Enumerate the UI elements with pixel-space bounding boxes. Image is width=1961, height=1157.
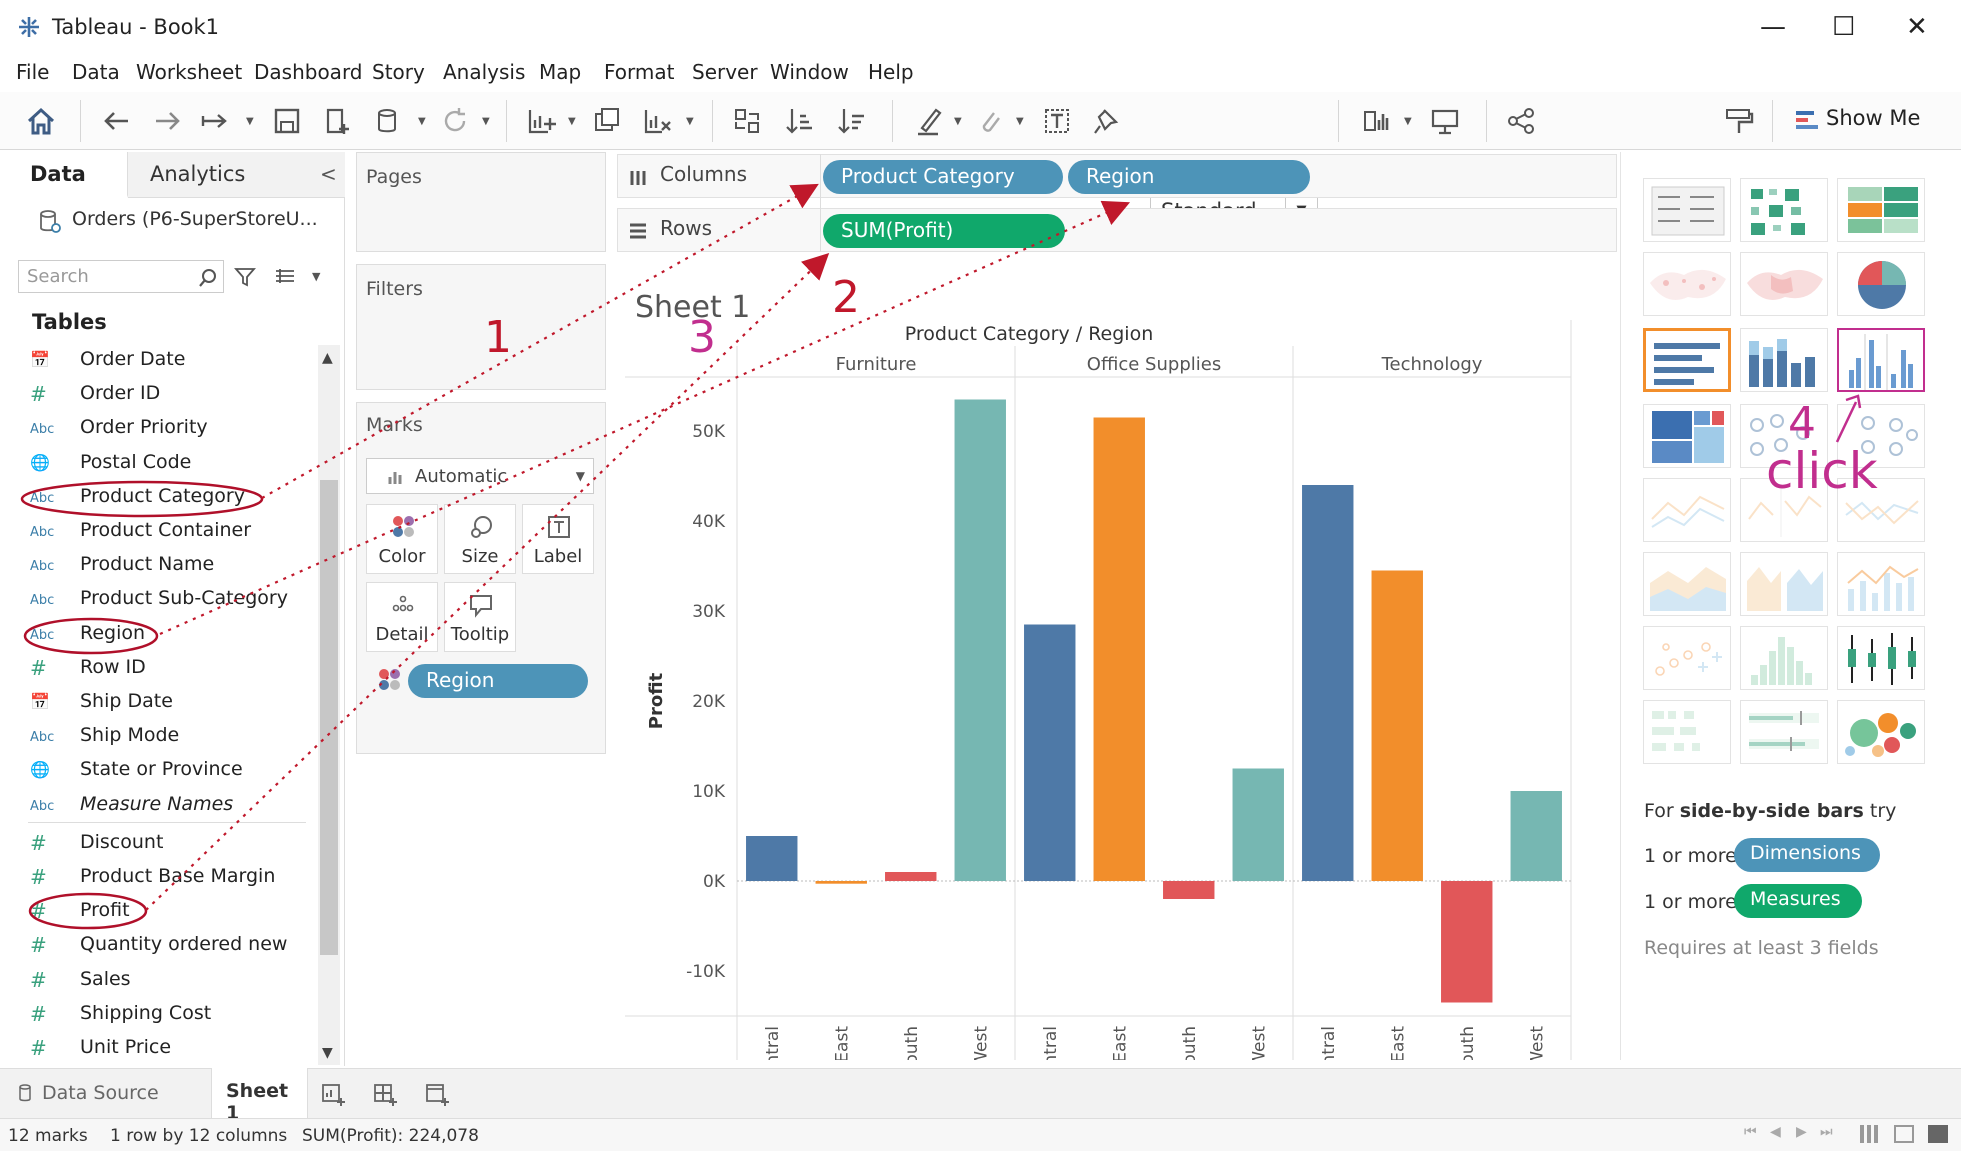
sheet1-tab[interactable]: Sheet 1 xyxy=(212,1068,308,1124)
grid-view-icon[interactable] xyxy=(1860,1125,1880,1143)
status-sum: SUM(Profit): 224,078 xyxy=(302,1126,479,1146)
region-circle xyxy=(23,617,159,655)
first-page-icon[interactable]: ⏮ xyxy=(1744,1124,1757,1140)
annotation-overlay xyxy=(20,183,1862,930)
database-icon xyxy=(18,1084,32,1102)
filmstrip-view-icon[interactable] xyxy=(1894,1125,1914,1143)
next-page-icon[interactable]: ▶ xyxy=(1796,1124,1807,1140)
status-marks: 12 marks xyxy=(8,1126,88,1146)
status-bar: 12 marks 1 row by 12 columns SUM(Profit)… xyxy=(0,1118,1961,1151)
new-story-tab-icon[interactable] xyxy=(424,1080,452,1108)
product-category-circle xyxy=(20,480,264,518)
arrow-1 xyxy=(261,183,819,499)
new-worksheet-tab-icon[interactable] xyxy=(320,1080,348,1108)
arrow-2 xyxy=(159,200,1131,636)
annotation-click: click xyxy=(1766,442,1878,500)
data-source-label: Data Source xyxy=(42,1082,159,1104)
prev-page-icon[interactable]: ◀ xyxy=(1770,1124,1781,1140)
last-page-icon[interactable]: ⏭ xyxy=(1820,1124,1833,1140)
status-dimensions: 1 row by 12 columns xyxy=(110,1126,288,1146)
data-source-tab[interactable]: Data Source xyxy=(0,1068,212,1118)
profit-circle xyxy=(28,892,148,930)
new-dashboard-tab-icon[interactable] xyxy=(372,1080,400,1108)
annotation-2: 2 xyxy=(832,272,860,323)
annotation-3: 3 xyxy=(688,312,716,363)
tabs-view-icon[interactable] xyxy=(1928,1125,1948,1143)
annotation-1: 1 xyxy=(484,312,512,363)
arrow-4 xyxy=(1835,401,1858,443)
